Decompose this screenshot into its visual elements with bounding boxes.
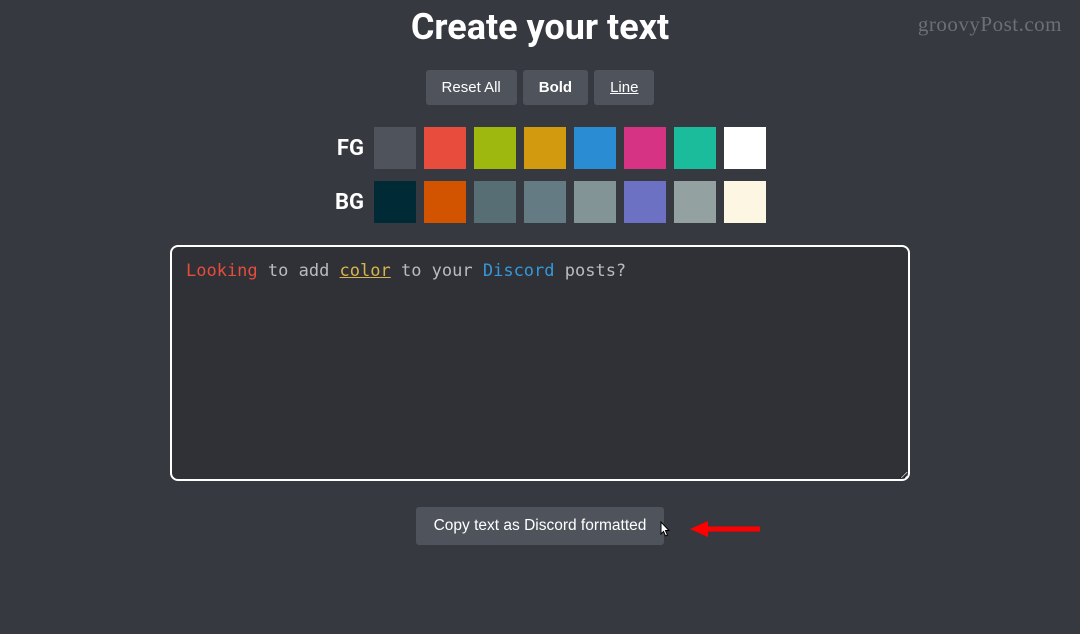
fg-swatch-6[interactable]: [674, 127, 716, 169]
text-editor[interactable]: Looking to add color to your Discord pos…: [170, 245, 910, 481]
bg-palette-row: BG: [314, 181, 766, 223]
page-title: Create your text: [411, 6, 669, 48]
fg-swatch-5[interactable]: [624, 127, 666, 169]
copy-row: Copy text as Discord formatted: [170, 507, 910, 545]
fg-swatch-4[interactable]: [574, 127, 616, 169]
main-container: Create your text Reset All Bold Line FG …: [0, 0, 1080, 545]
editor-segment: Looking: [186, 261, 258, 281]
copy-button[interactable]: Copy text as Discord formatted: [416, 507, 665, 545]
fg-swatch-3[interactable]: [524, 127, 566, 169]
fg-label: FG: [314, 136, 364, 161]
watermark-text: groovyPost.com: [918, 12, 1062, 37]
bg-swatch-2[interactable]: [474, 181, 516, 223]
bg-swatch-3[interactable]: [524, 181, 566, 223]
fg-swatch-group: [374, 127, 766, 169]
editor-segment: to your: [391, 261, 483, 281]
bg-swatch-1[interactable]: [424, 181, 466, 223]
fg-swatch-1[interactable]: [424, 127, 466, 169]
bg-swatch-7[interactable]: [724, 181, 766, 223]
bold-button[interactable]: Bold: [523, 70, 588, 105]
fg-palette-row: FG: [314, 127, 766, 169]
fg-swatch-7[interactable]: [724, 127, 766, 169]
editor-segment: to add: [258, 261, 340, 281]
editor-wrap: Looking to add color to your Discord pos…: [170, 245, 910, 481]
bg-swatch-6[interactable]: [674, 181, 716, 223]
reset-all-button[interactable]: Reset All: [426, 70, 517, 105]
editor-segment: color: [340, 261, 391, 281]
fg-swatch-2[interactable]: [474, 127, 516, 169]
arrow-annotation-icon: [690, 518, 760, 540]
bg-label: BG: [314, 190, 364, 215]
bg-swatch-5[interactable]: [624, 181, 666, 223]
bg-swatch-group: [374, 181, 766, 223]
underline-button[interactable]: Line: [594, 70, 654, 105]
style-toolbar: Reset All Bold Line: [426, 70, 655, 105]
bg-swatch-0[interactable]: [374, 181, 416, 223]
fg-swatch-0[interactable]: [374, 127, 416, 169]
bg-swatch-4[interactable]: [574, 181, 616, 223]
editor-segment: Discord: [483, 261, 555, 281]
editor-segment: posts?: [555, 261, 627, 281]
